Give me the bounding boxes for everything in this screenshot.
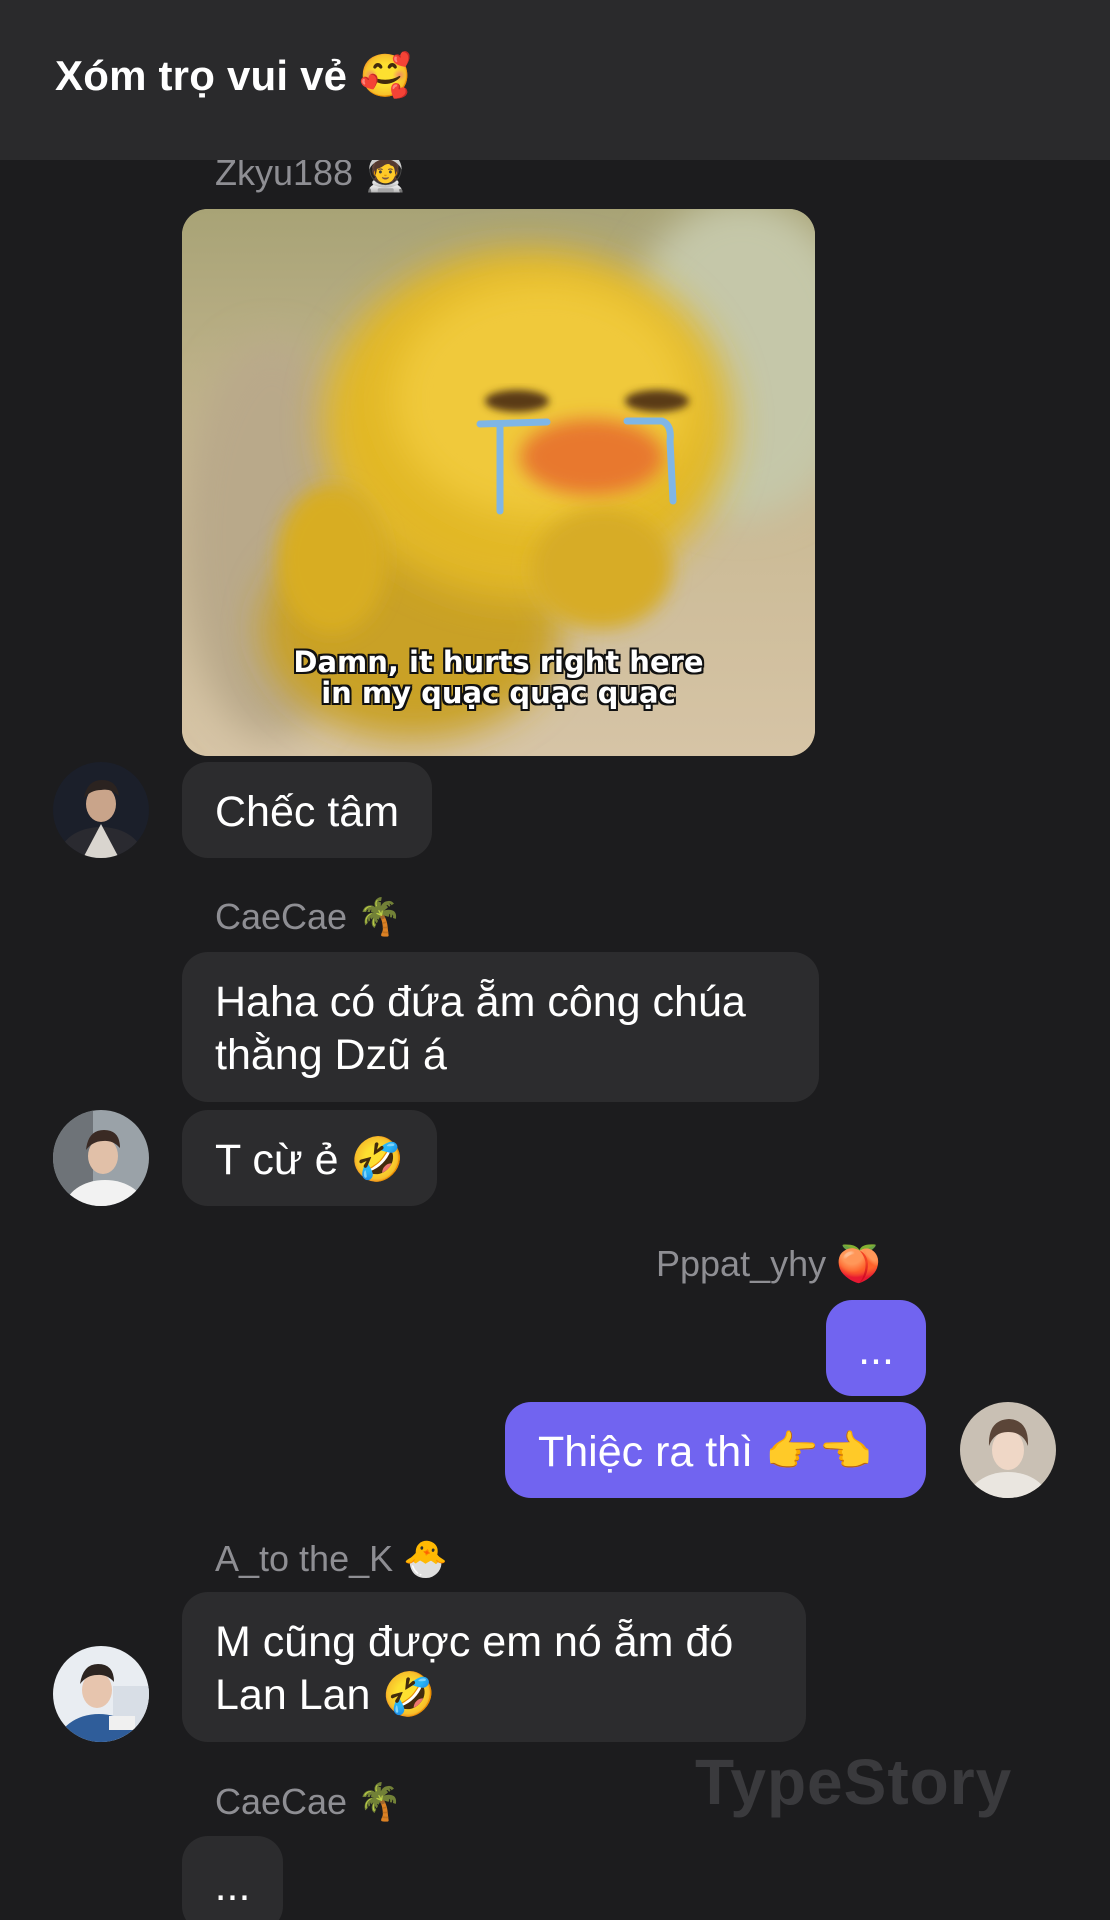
meme-caption: Damn, it hurts right here in my quạc quạ… (182, 647, 815, 709)
message-bubble[interactable]: M cũng được em nó ẵm đó Lan Lan 🤣 (182, 1592, 806, 1742)
avatar-photo-icon (53, 1110, 149, 1206)
message-bubble[interactable]: Haha có đứa ẵm công chúa thằng Dzũ á (182, 952, 819, 1102)
sender-name: CaeCae 🌴 (215, 1781, 402, 1822)
sender-name: Pppat_yhy 🍑 (656, 1243, 881, 1284)
chat-screen: Zkyu188 🧑‍🚀 (0, 0, 1110, 1920)
avatar-photo-icon (53, 1646, 149, 1742)
avatar-photo-icon (960, 1402, 1056, 1498)
meme-caption-line: Damn, it hurts right here (293, 645, 704, 679)
avatar-photo-icon (53, 762, 149, 858)
message-bubble[interactable]: Chếc tâm (182, 762, 433, 858)
message-bubble-outgoing[interactable]: ... (826, 1300, 926, 1396)
chat-title: Xóm trọ vui vẻ 🥰 (55, 52, 412, 99)
sender-name: A_to the_K 🐣 (215, 1538, 448, 1579)
meme-caption-line: in my quạc quạc quạc (321, 676, 676, 710)
avatar[interactable] (53, 1110, 149, 1206)
chat-header: Xóm trọ vui vẻ 🥰 (0, 0, 1110, 160)
sender-name: CaeCae 🌴 (215, 896, 402, 937)
message-bubble[interactable]: ... (182, 1836, 283, 1920)
avatar[interactable] (53, 762, 149, 858)
avatar[interactable] (960, 1402, 1056, 1498)
message-bubble-outgoing[interactable]: Thiệc ra thì 👉👈 (505, 1402, 926, 1498)
image-message[interactable]: Damn, it hurts right here in my quạc quạ… (182, 209, 815, 756)
avatar[interactable] (53, 1646, 149, 1742)
message-bubble[interactable]: T cừ ẻ 🤣 (182, 1110, 438, 1206)
watermark: TypeStory (695, 1746, 1013, 1818)
